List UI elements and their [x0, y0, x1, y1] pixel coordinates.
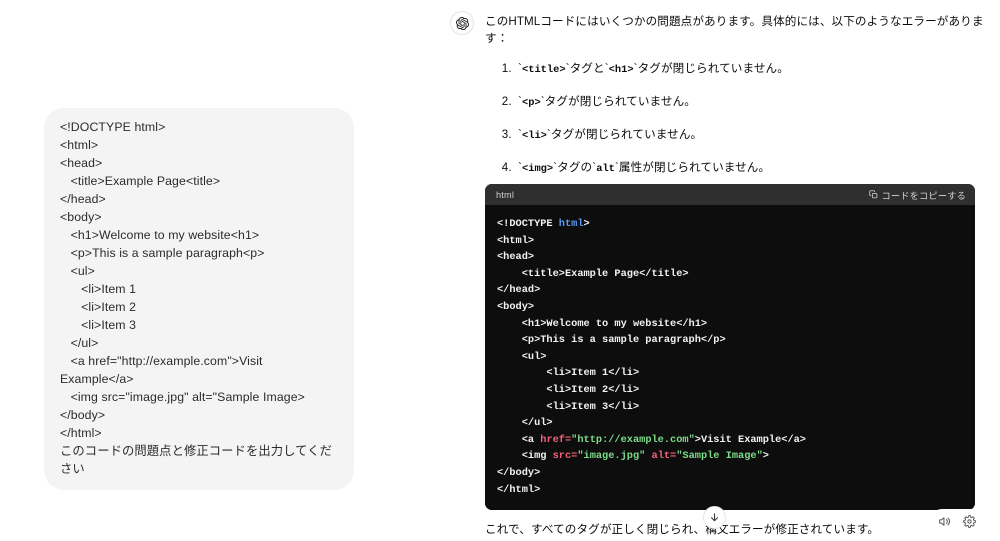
code-line: <html> — [497, 234, 535, 247]
list-item: `<li>`タグが閉じられていません。 — [515, 126, 985, 145]
code-line: </head> — [497, 284, 541, 297]
issue-text-3: `<img>`タグの`alt`属性が閉じられていません。 — [518, 161, 771, 175]
code-line: <li>Item 2</li> — [497, 383, 640, 396]
assistant-avatar — [450, 11, 474, 35]
code-line: <li>Item 1</li> — [497, 367, 640, 380]
code-line: </body> — [497, 466, 541, 479]
code-line: <h1>Welcome to my website</h1> — [497, 317, 708, 330]
code-line: <body> — [497, 300, 535, 313]
issue-text-0: `<title>`タグと`<h1>`タグが閉じられていません。 — [518, 62, 789, 76]
code-line: <a href="http://example.com">Visit Examp… — [497, 433, 806, 446]
copy-code-label: コードをコピーする — [881, 190, 966, 201]
issues-list: `<title>`タグと`<h1>`タグが閉じられていません。 `<p>`タグが… — [485, 60, 985, 178]
inline-code: <img> — [521, 163, 554, 175]
code-language-label: html — [496, 189, 515, 200]
assistant-message-column: このHTMLコードにはいくつかの問題点があります。具体的には、以下のようなエラー… — [440, 0, 1000, 541]
copy-code-button[interactable]: コードをコピーする — [868, 188, 967, 202]
list-item: `<title>`タグと`<h1>`タグが閉じられていません。 — [515, 60, 985, 79]
inline-code: <title> — [521, 64, 566, 76]
settings-button[interactable] — [962, 514, 977, 529]
code-line: <li>Item 3</li> — [497, 400, 640, 413]
code-line: <!DOCTYPE html> — [497, 218, 590, 230]
issue-text-2: `<li>`タグが閉じられていません。 — [518, 128, 703, 142]
inline-code: alt — [596, 163, 615, 175]
code-block-header: html コードをコピーする — [485, 184, 975, 205]
inline-code: <li> — [521, 130, 547, 142]
list-item: `<img>`タグの`alt`属性が閉じられていません。 — [515, 159, 985, 178]
gear-icon — [963, 514, 976, 528]
inline-code: <p> — [521, 97, 541, 109]
scroll-to-bottom-button[interactable] — [703, 506, 726, 529]
inline-code: <h1> — [608, 64, 634, 76]
openai-logo-icon — [455, 16, 469, 30]
code-line: <img src="image.jpg" alt="Sample Image"> — [497, 450, 769, 463]
read-aloud-button[interactable] — [937, 514, 952, 529]
user-message-bubble: <!DOCTYPE html> <html> <head> <title>Exa… — [44, 108, 354, 490]
chat-screen: <!DOCTYPE html> <html> <head> <title>Exa… — [0, 0, 1000, 541]
list-item: `<p>`タグが閉じられていません。 — [515, 93, 985, 112]
code-line: </html> — [497, 483, 541, 496]
code-line: </ul> — [497, 417, 553, 430]
message-actions — [930, 509, 984, 533]
closing-paragraph: これで、すべてのタグが正しく閉じられ、構文エラーが修正されています。 — [485, 523, 880, 536]
code-line: <title>Example Page</title> — [497, 267, 689, 280]
copy-icon — [868, 190, 878, 199]
code-block: html コードをコピーする <!DOCTYPE html> <html> <hea… — [485, 184, 975, 511]
code-line: <p>This is a sample paragraph</p> — [497, 334, 726, 347]
code-block-content: <!DOCTYPE html> <html> <head> <title>Examp… — [485, 205, 975, 511]
user-message-column: <!DOCTYPE html> <html> <head> <title>Exa… — [0, 0, 420, 541]
issue-text-1: `<p>`タグが閉じられていません。 — [518, 95, 696, 109]
code-line: <head> — [497, 251, 535, 264]
code-line: <ul> — [497, 350, 547, 363]
assistant-text-body: このHTMLコードにはいくつかの問題点があります。具体的には、以下のようなエラー… — [485, 0, 985, 209]
arrow-down-icon — [709, 512, 720, 523]
speaker-icon — [938, 515, 951, 528]
intro-paragraph: このHTMLコードにはいくつかの問題点があります。具体的には、以下のようなエラー… — [485, 15, 984, 45]
